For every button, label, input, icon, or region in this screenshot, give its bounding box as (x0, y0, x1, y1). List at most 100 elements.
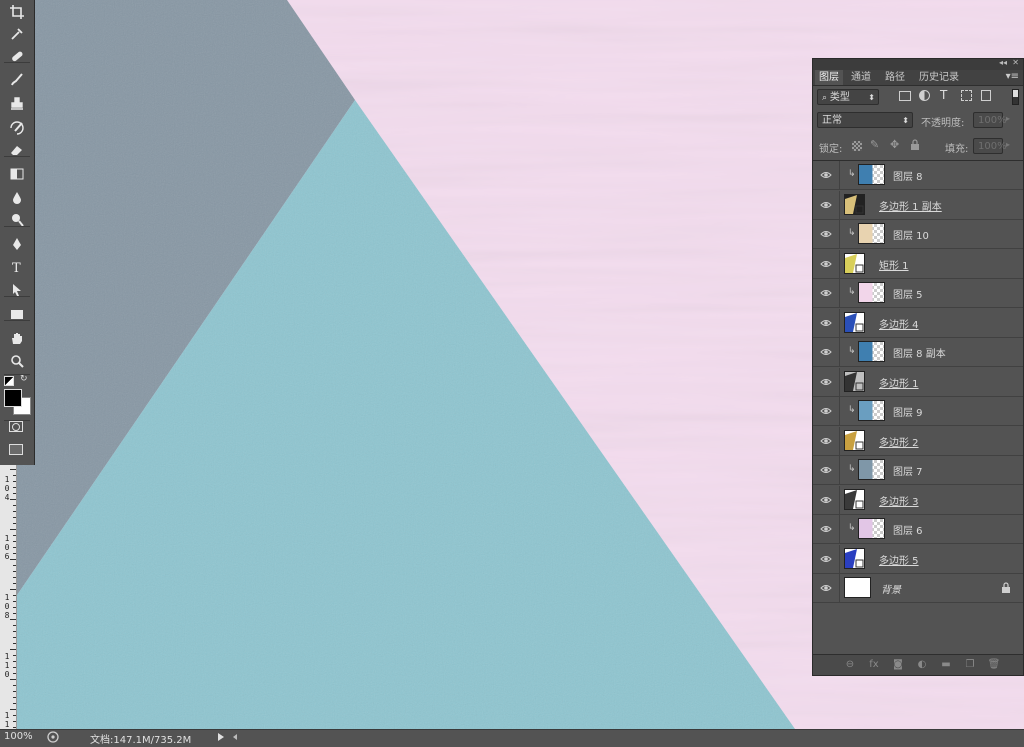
blend-mode-select[interactable]: 正常 ⬍ (817, 112, 913, 128)
panel-menu-icon[interactable]: ▾≡ (1006, 71, 1019, 82)
new-layer-icon[interactable]: ❐ (963, 658, 977, 672)
fill-slider-arrow-icon[interactable]: ▸ (1006, 140, 1010, 149)
visibility-eye-icon[interactable] (820, 346, 832, 358)
visibility-eye-icon[interactable] (820, 553, 832, 565)
filter-smart-object-icon[interactable] (981, 90, 991, 101)
visibility-eye-icon[interactable] (820, 464, 832, 476)
tab-layers[interactable]: 图层 (815, 70, 843, 85)
mask-icon[interactable]: ◙ (891, 658, 905, 672)
layer-name[interactable]: 背景 (881, 581, 901, 596)
group-icon[interactable]: ▬ (939, 658, 953, 672)
layer-row[interactable]: ↳ 图层 5 (813, 279, 1023, 308)
visibility-eye-icon[interactable] (820, 494, 832, 506)
layer-row[interactable]: ↳ 图层 10 (813, 220, 1023, 249)
layer-row[interactable]: 背景 (813, 574, 1023, 603)
layer-thumbnail[interactable] (844, 193, 865, 215)
blur-icon[interactable] (5, 188, 29, 208)
tab-history[interactable]: 历史记录 (915, 70, 963, 85)
visibility-eye-icon[interactable] (820, 435, 832, 447)
layer-row[interactable]: 多边形 1 (813, 367, 1023, 397)
path-selection-icon[interactable] (5, 280, 29, 300)
eraser-icon[interactable] (5, 140, 29, 160)
type-icon[interactable]: T (5, 257, 29, 277)
layer-row[interactable]: ↳ 图层 7 (813, 456, 1023, 485)
visibility-eye-icon[interactable] (820, 582, 832, 594)
lock-position-icon[interactable]: ✥ (890, 138, 899, 151)
fx-icon[interactable]: fx (867, 658, 881, 672)
visibility-eye-icon[interactable] (820, 258, 832, 270)
layer-thumbnail[interactable] (844, 577, 871, 598)
layer-name[interactable]: 图层 5 (893, 286, 923, 301)
layer-row[interactable]: 矩形 1 (813, 249, 1023, 279)
dodge-icon[interactable] (5, 210, 29, 230)
opacity-slider-arrow-icon[interactable]: ▸ (1006, 114, 1010, 123)
layer-thumbnail[interactable] (858, 518, 885, 539)
layer-name[interactable]: 多边形 1 (879, 375, 919, 390)
layer-name[interactable]: 多边形 5 (879, 552, 919, 567)
layer-row[interactable]: ↳ 图层 6 (813, 515, 1023, 544)
layer-thumbnail[interactable] (844, 547, 865, 569)
share-icon[interactable] (46, 730, 60, 744)
visibility-eye-icon[interactable] (820, 523, 832, 535)
filter-pixel-icon[interactable] (899, 91, 911, 101)
gradient-icon[interactable] (5, 164, 29, 184)
layer-name[interactable]: 图层 9 (893, 404, 923, 419)
eyedropper-icon[interactable] (5, 24, 29, 44)
lock-pixels-icon[interactable]: ✎ (870, 138, 879, 151)
layer-name[interactable]: 图层 6 (893, 522, 923, 537)
swap-colors-icon[interactable]: ↻ (20, 374, 28, 384)
layer-thumbnail[interactable] (858, 400, 885, 421)
layer-row[interactable]: ↳ 图层 9 (813, 397, 1023, 426)
fill-field[interactable]: 100% (973, 138, 1007, 154)
layer-name[interactable]: 多边形 4 (879, 316, 919, 331)
layer-name[interactable]: 多边形 2 (879, 434, 919, 449)
layer-row[interactable]: 多边形 4 (813, 308, 1023, 338)
trash-icon[interactable]: 🗑 (987, 658, 1001, 672)
tab-channels[interactable]: 通道 (847, 70, 875, 85)
layer-row[interactable]: 多边形 1 副本 (813, 190, 1023, 220)
lock-all-icon[interactable] (910, 139, 920, 153)
lock-transparent-icon[interactable] (852, 141, 862, 151)
filter-kind-select[interactable]: ⌕ 类型 ⬍ (817, 89, 879, 105)
layer-name[interactable]: 多边形 1 副本 (879, 198, 942, 213)
layer-thumbnail[interactable] (844, 429, 865, 451)
link-icon[interactable]: ⊖ (843, 658, 857, 672)
close-panel-icon[interactable]: ✕ (1012, 58, 1019, 67)
adjustment-icon[interactable]: ◐ (915, 658, 929, 672)
visibility-eye-icon[interactable] (820, 228, 832, 240)
collapse-panel-icon[interactable]: ◂◂ (999, 58, 1007, 67)
zoom-icon[interactable] (5, 351, 29, 371)
layer-thumbnail[interactable] (858, 282, 885, 303)
layer-name[interactable]: 多边形 3 (879, 493, 919, 508)
visibility-eye-icon[interactable] (820, 317, 832, 329)
history-brush-icon[interactable] (5, 118, 29, 138)
rectangle-icon[interactable] (5, 304, 29, 324)
brush-icon[interactable] (5, 70, 29, 90)
layer-row[interactable]: 多边形 3 (813, 485, 1023, 515)
layer-thumbnail[interactable] (858, 341, 885, 362)
tab-paths[interactable]: 路径 (881, 70, 909, 85)
foreground-color-swatch[interactable] (4, 389, 22, 407)
screen-mode-icon[interactable] (9, 444, 23, 455)
layer-name[interactable]: 图层 8 (893, 168, 923, 183)
layer-name[interactable]: 矩形 1 (879, 257, 909, 272)
pen-icon[interactable] (5, 234, 29, 254)
layer-row[interactable]: 多边形 5 (813, 544, 1023, 574)
visibility-eye-icon[interactable] (820, 405, 832, 417)
hand-icon[interactable] (5, 328, 29, 348)
layer-name[interactable]: 图层 7 (893, 463, 923, 478)
layer-thumbnail[interactable] (858, 164, 885, 185)
quick-mask-icon[interactable] (9, 421, 23, 432)
filter-adjustment-icon[interactable] (919, 90, 930, 101)
status-menu-arrow-icon[interactable] (217, 732, 225, 745)
healing-brush-icon[interactable] (5, 46, 29, 66)
visibility-eye-icon[interactable] (820, 199, 832, 211)
filter-toggle-switch[interactable] (1012, 89, 1019, 105)
layer-row[interactable]: 多边形 2 (813, 426, 1023, 456)
scroll-left-icon[interactable] (232, 732, 238, 745)
filter-shape-icon[interactable] (961, 90, 972, 101)
layer-thumbnail[interactable] (858, 459, 885, 480)
visibility-eye-icon[interactable] (820, 287, 832, 299)
zoom-level[interactable]: 100% (4, 731, 33, 742)
filter-type-icon[interactable]: T (940, 88, 947, 102)
